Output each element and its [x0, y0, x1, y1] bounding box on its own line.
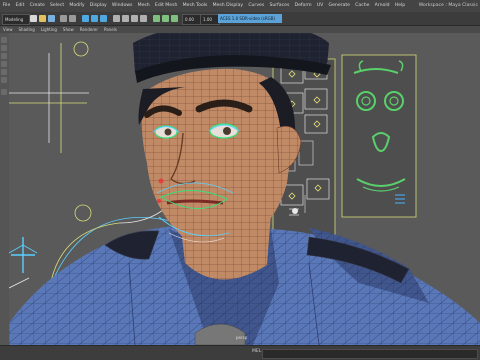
- menu-cache[interactable]: Cache: [353, 0, 372, 12]
- mel-label[interactable]: MEL: [252, 349, 261, 354]
- menu-uv[interactable]: UV: [314, 0, 326, 12]
- menu-create[interactable]: Create: [27, 0, 47, 12]
- menu-select[interactable]: Select: [47, 0, 66, 12]
- panel-menu-lighting[interactable]: Lighting: [38, 26, 60, 33]
- menu-modify[interactable]: Modify: [67, 0, 87, 12]
- menu-file[interactable]: File: [0, 0, 13, 12]
- menu-display[interactable]: Display: [87, 0, 109, 12]
- scale-tool-icon[interactable]: [1, 77, 7, 83]
- panel-menu-renderer[interactable]: Renderer: [77, 26, 101, 33]
- menu-deform[interactable]: Deform: [292, 0, 314, 12]
- open-scene-icon[interactable]: [39, 15, 46, 22]
- ipr-render-icon[interactable]: [162, 15, 169, 22]
- main-menu-bar: File Edit Create Select Modify Display Windows…: [0, 0, 480, 12]
- command-input[interactable]: [262, 349, 478, 359]
- menu-windows[interactable]: Windows: [109, 0, 135, 12]
- redo-icon[interactable]: [69, 15, 76, 22]
- color-space-dropdown[interactable]: ACES 1.0 SDR-video (sRGB): [218, 14, 282, 23]
- menu-mesh[interactable]: Mesh: [135, 0, 152, 12]
- menuset-dropdown[interactable]: Modeling: [2, 14, 30, 25]
- status-line: Modeling 0.00 1.00 ACES 1.0 SDR-video (s…: [0, 12, 480, 26]
- snap-grid-icon[interactable]: [113, 15, 120, 22]
- workspace-selector[interactable]: Workspace : Maya Classic: [419, 0, 478, 12]
- select-component-icon[interactable]: [100, 15, 107, 22]
- menu-surfaces[interactable]: Surfaces: [267, 0, 292, 12]
- menu-curves[interactable]: Curves: [246, 0, 267, 12]
- menu-edit[interactable]: Edit: [13, 0, 27, 12]
- command-line-bar: MEL: [0, 345, 480, 360]
- lasso-tool-icon[interactable]: [1, 45, 7, 51]
- paint-select-tool-icon[interactable]: [1, 53, 7, 59]
- new-scene-icon[interactable]: [30, 15, 37, 22]
- maya-window: File Edit Create Select Modify Display Windows…: [0, 0, 480, 360]
- move-tool-icon[interactable]: [1, 61, 7, 67]
- render-frame-icon[interactable]: [153, 15, 160, 22]
- save-scene-icon[interactable]: [48, 15, 55, 22]
- undo-icon[interactable]: [60, 15, 67, 22]
- panel-menu-view[interactable]: View: [0, 26, 16, 33]
- rotate-tool-icon[interactable]: [1, 69, 7, 75]
- snap-surface-icon[interactable]: [140, 15, 147, 22]
- menu-mesh-display[interactable]: Mesh Display: [210, 0, 246, 12]
- panel-menu-shading[interactable]: Shading: [16, 26, 38, 33]
- menu-edit-mesh[interactable]: Edit Mesh: [152, 0, 180, 12]
- panel-menu-panels[interactable]: Panels: [101, 26, 120, 33]
- tool-box: [0, 33, 9, 193]
- menu-generate[interactable]: Generate: [326, 0, 353, 12]
- select-hierarchy-icon[interactable]: [82, 15, 89, 22]
- render-settings-icon[interactable]: [171, 15, 178, 22]
- viewport-scene: [9, 33, 480, 345]
- snap-curve-icon[interactable]: [122, 15, 129, 22]
- select-tool-icon[interactable]: [1, 37, 7, 43]
- snap-point-icon[interactable]: [131, 15, 138, 22]
- gamma-field[interactable]: 1.00: [200, 14, 220, 25]
- menu-arnold[interactable]: Arnold: [372, 0, 392, 12]
- menu-help[interactable]: Help: [392, 0, 408, 12]
- viewport-persp[interactable]: [9, 33, 480, 345]
- last-tool-icon[interactable]: [1, 89, 7, 95]
- menu-mesh-tools[interactable]: Mesh Tools: [180, 0, 210, 12]
- exposure-field[interactable]: 0.00: [182, 14, 202, 25]
- camera-label: persp: [236, 335, 248, 340]
- select-object-icon[interactable]: [91, 15, 98, 22]
- panel-menu-show[interactable]: Show: [60, 26, 77, 33]
- panel-menu-bar: View Shading Lighting Show Renderer Panels: [0, 26, 480, 33]
